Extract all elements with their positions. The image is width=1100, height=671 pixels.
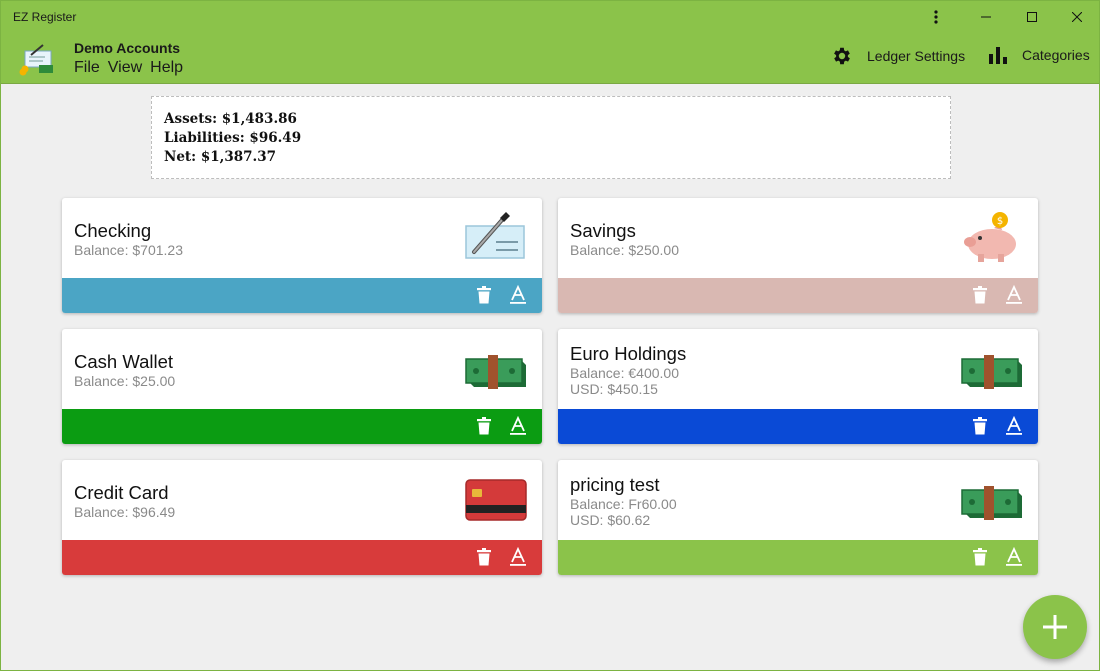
account-card-credit-card[interactable]: Credit Card Balance: $96.49: [62, 460, 542, 575]
account-name: pricing test: [570, 474, 660, 495]
delete-icon[interactable]: [970, 285, 990, 305]
menu-file[interactable]: File: [74, 59, 100, 77]
account-color-bar: [62, 278, 542, 313]
delete-icon[interactable]: [970, 547, 990, 567]
account-name: Checking: [74, 220, 152, 241]
delete-icon[interactable]: [474, 416, 494, 436]
cash-icon: [465, 355, 526, 389]
net-total: Net: $1,387.37: [164, 149, 277, 165]
delete-icon[interactable]: [474, 285, 494, 305]
plus-icon: [1043, 615, 1067, 639]
account-color-bar: [558, 409, 1038, 444]
ledger-name: Demo Accounts: [74, 40, 181, 56]
account-usd-value: USD: $450.15: [570, 381, 658, 397]
account-card-pricing-test[interactable]: pricing test Balance: Fr60.00 USD: $60.6…: [558, 460, 1038, 575]
account-balance: Balance: $250.00: [570, 242, 679, 258]
ledger-summary: Assets: $1,483.86 Liabilities: $96.49 Ne…: [151, 96, 951, 179]
credit-card-icon: [465, 479, 527, 521]
gear-icon: [834, 47, 850, 65]
delete-icon[interactable]: [474, 547, 494, 567]
rename-icon[interactable]: [508, 416, 528, 436]
minimize-button[interactable]: [963, 1, 1009, 32]
minimize-icon: [981, 16, 991, 17]
add-account-button[interactable]: [1023, 595, 1087, 659]
close-button[interactable]: [1054, 1, 1100, 32]
menu-bar: File View Help: [74, 59, 183, 77]
maximize-icon: [1027, 11, 1037, 22]
maximize-button[interactable]: [1009, 1, 1055, 32]
account-color-bar: [62, 540, 542, 575]
check-icon: [465, 212, 525, 259]
account-card-cash-wallet[interactable]: Cash Wallet Balance: $25.00: [62, 329, 542, 444]
delete-icon[interactable]: [970, 416, 990, 436]
window-title: EZ Register: [13, 10, 77, 24]
account-balance: Balance: $96.49: [74, 504, 176, 520]
cash-icon: [961, 355, 1022, 389]
rename-icon[interactable]: [508, 285, 528, 305]
rename-icon[interactable]: [1004, 416, 1024, 436]
ledger-settings-label: Ledger Settings: [867, 48, 966, 64]
account-color-bar: [558, 540, 1038, 575]
account-card-euro-holdings[interactable]: Euro Holdings Balance: €400.00 USD: $450…: [558, 329, 1038, 444]
account-balance: Balance: €400.00: [570, 365, 679, 381]
app-logo-icon: [19, 44, 53, 76]
rename-icon[interactable]: [1004, 285, 1024, 305]
categories-label: Categories: [1022, 47, 1090, 63]
more-options-button[interactable]: [913, 1, 959, 32]
account-name: Credit Card: [74, 482, 169, 503]
account-balance: Balance: Fr60.00: [570, 496, 677, 512]
account-color-bar: [558, 278, 1038, 313]
account-balance: Balance: $25.00: [74, 373, 176, 389]
account-name: Euro Holdings: [570, 343, 687, 364]
more-vert-icon: [934, 9, 938, 24]
account-card-checking[interactable]: Checking Balance: $701.23: [62, 198, 542, 313]
app-header: Demo Accounts File View Help Ledger Sett…: [1, 32, 1099, 84]
ledger-settings-button[interactable]: Ledger Settings: [831, 45, 965, 67]
piggy-bank-icon: $: [964, 212, 1016, 262]
liabilities-total: Liabilities: $96.49: [164, 130, 302, 146]
menu-view[interactable]: View: [108, 59, 142, 77]
categories-button[interactable]: Categories: [988, 45, 1090, 65]
title-bar: EZ Register: [1, 1, 1099, 32]
assets-total: Assets: $1,483.86: [164, 111, 297, 127]
rename-icon[interactable]: [1004, 547, 1024, 567]
app-window: EZ Register Demo Accounts File View Help…: [0, 0, 1100, 671]
close-icon: [1072, 11, 1082, 22]
account-color-bar: [62, 409, 542, 444]
rename-icon[interactable]: [508, 547, 528, 567]
menu-help[interactable]: Help: [150, 59, 183, 77]
account-name: Cash Wallet: [74, 351, 174, 372]
bar-chart-icon: [989, 47, 1007, 64]
account-card-savings[interactable]: Savings Balance: $250.00 $: [558, 198, 1038, 313]
account-usd-value: USD: $60.62: [570, 512, 651, 528]
cash-icon: [961, 486, 1022, 520]
svg-text:$: $: [997, 216, 1003, 227]
account-name: Savings: [570, 220, 636, 241]
account-balance: Balance: $701.23: [74, 242, 183, 258]
